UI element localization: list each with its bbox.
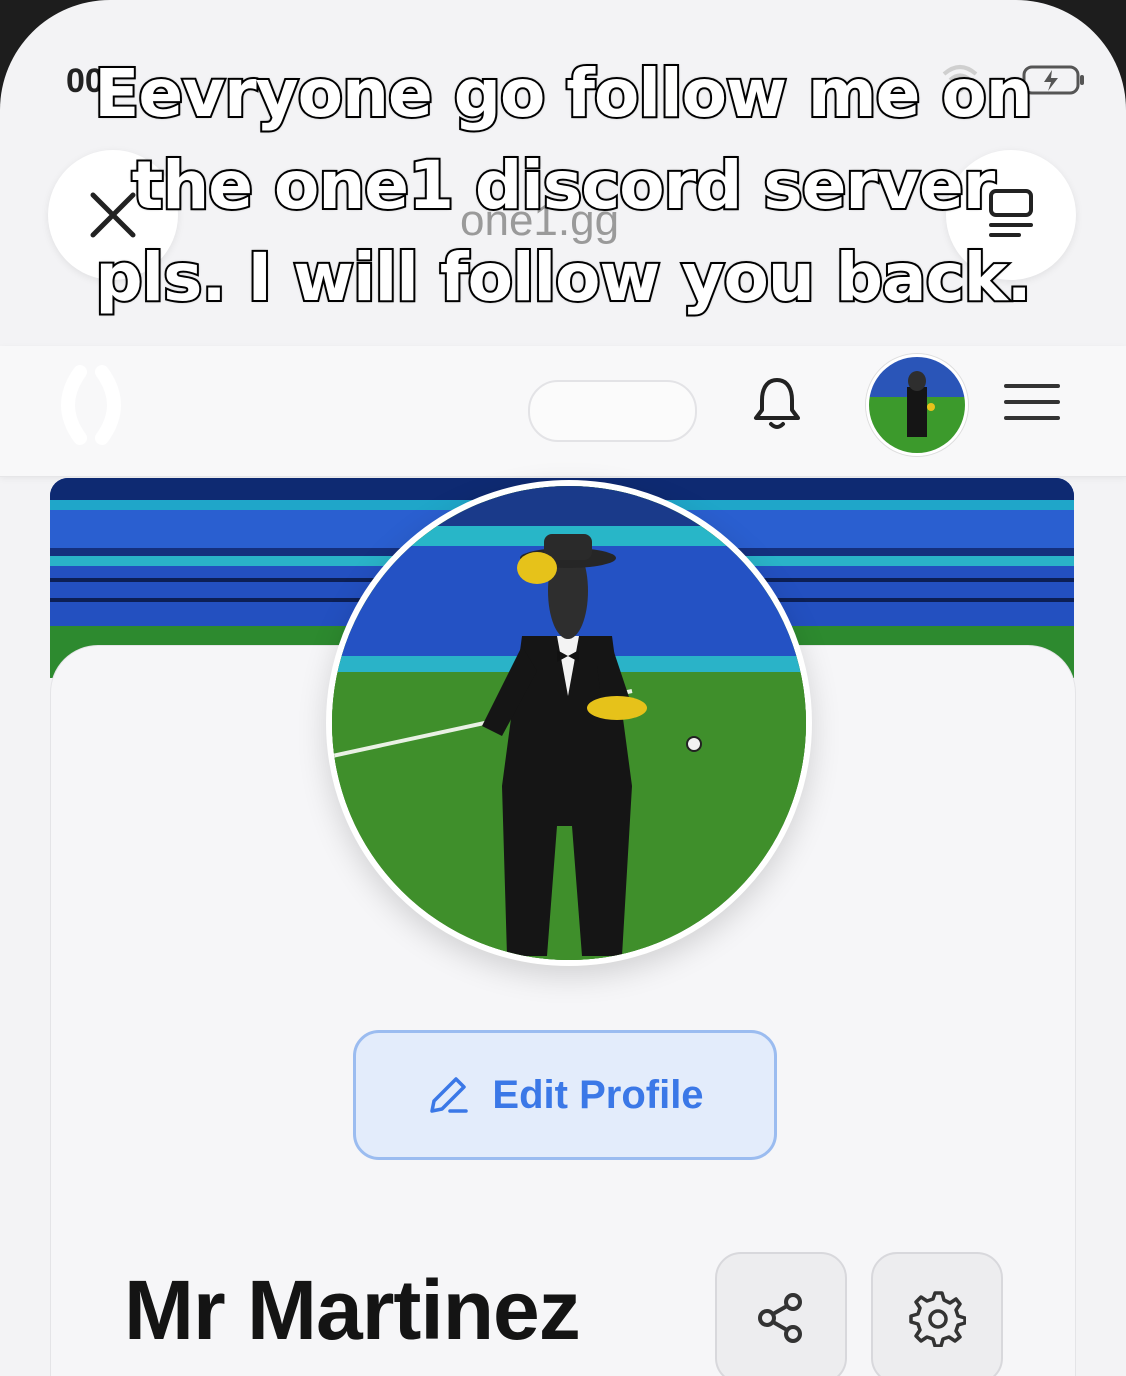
- avatar-image: [869, 357, 965, 453]
- header-search-pill[interactable]: [528, 380, 697, 442]
- pencil-icon: [430, 1077, 469, 1113]
- edit-profile-button[interactable]: Edit Profile: [353, 1030, 777, 1160]
- phone-screen: 00: one1.gg Edit Profile Mr Martinez Eev…: [0, 0, 1126, 1376]
- video-caption: Eevryone go follow me on the one1 discor…: [92, 53, 1035, 318]
- profile-avatar-image: [332, 486, 806, 960]
- gear-icon: [909, 1291, 966, 1347]
- edit-profile-label: Edit Profile: [492, 1072, 704, 1117]
- one1-logo-icon[interactable]: [46, 360, 136, 450]
- share-icon: [758, 1293, 802, 1343]
- share-button[interactable]: [715, 1252, 847, 1376]
- user-avatar[interactable]: [866, 354, 968, 456]
- settings-button[interactable]: [871, 1252, 1003, 1376]
- profile-name: Mr Martinez: [124, 1263, 581, 1357]
- profile-avatar[interactable]: [326, 480, 812, 966]
- bell-icon[interactable]: [750, 374, 804, 432]
- hamburger-menu-icon[interactable]: [1004, 382, 1060, 422]
